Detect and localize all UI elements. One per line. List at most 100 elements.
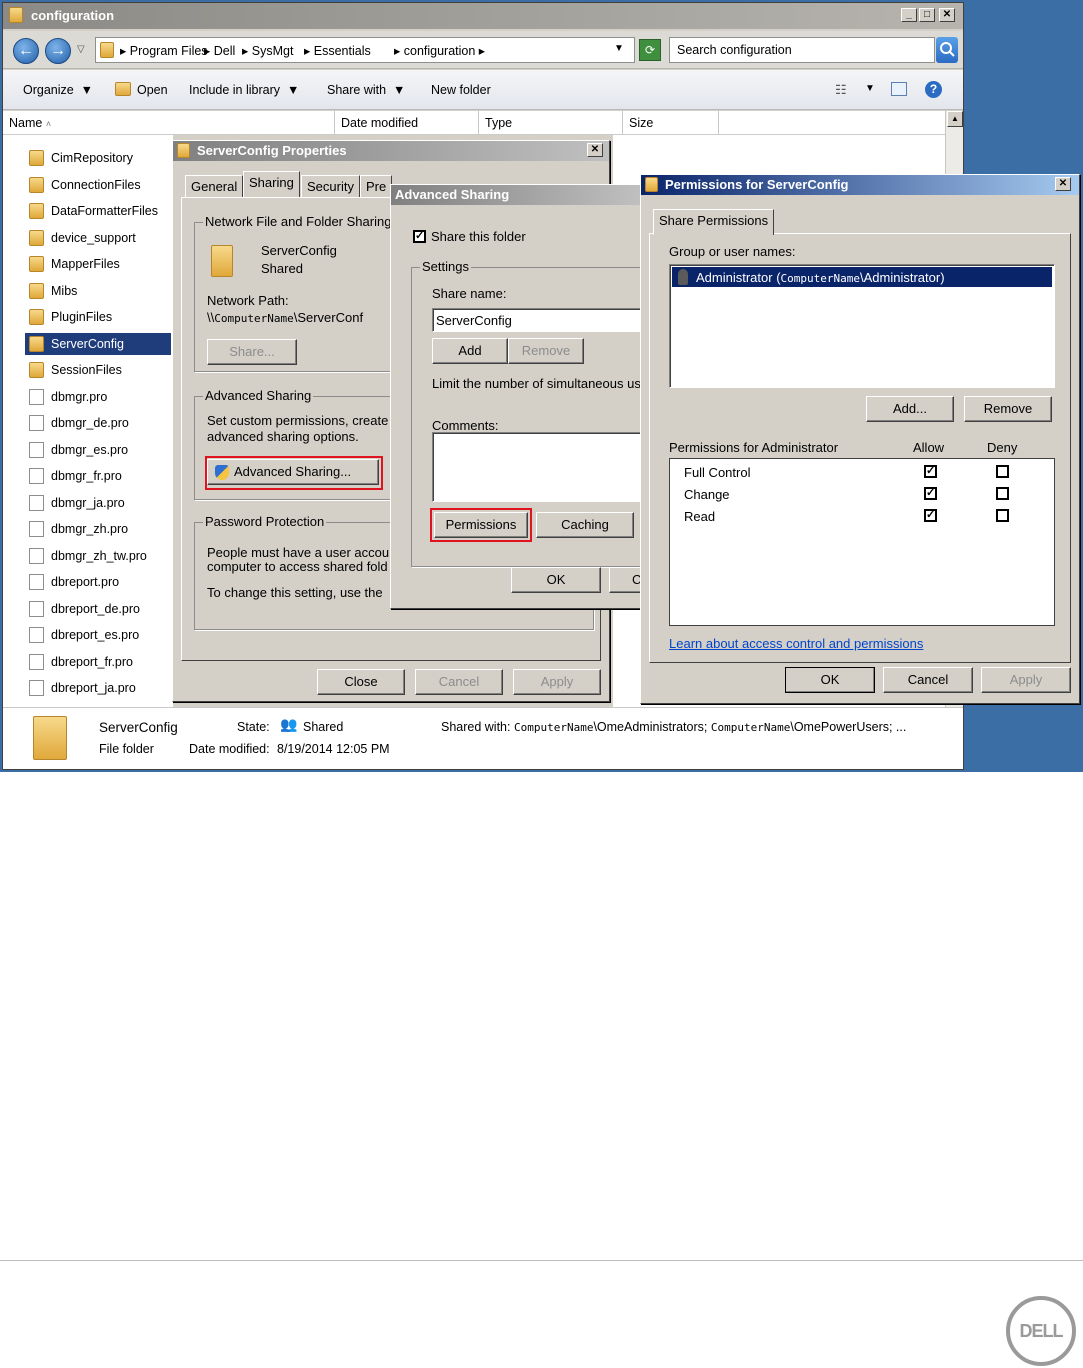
close-dialog-button[interactable]: Close <box>317 669 405 695</box>
organize-menu[interactable]: Organize ▼ <box>23 83 93 97</box>
search-input[interactable]: Search configuration <box>669 37 935 63</box>
tab-sharing[interactable]: Sharing <box>243 171 300 197</box>
folder-list-item[interactable]: device_support <box>25 227 171 249</box>
close-button[interactable]: ✕ <box>587 143 603 157</box>
apply-button[interactable]: Apply <box>513 669 601 695</box>
recent-pages-chevron-icon[interactable]: ▽ <box>77 44 85 55</box>
scroll-up-icon[interactable]: ▲ <box>947 111 963 127</box>
remove-user-button[interactable]: Remove <box>964 396 1052 422</box>
breadcrumb-item[interactable]: ▸ SysMgt <box>242 43 293 58</box>
file-list-item[interactable]: dbreport_fr.pro <box>25 651 171 673</box>
user-list[interactable]: Administrator (ComputerName\Administrato… <box>669 264 1055 388</box>
open-button[interactable]: Open <box>137 83 168 97</box>
file-list-item[interactable]: dbmgr_fr.pro <box>25 465 171 487</box>
column-header-type[interactable]: Type <box>479 111 623 135</box>
share-name-input[interactable]: ServerConfig <box>432 308 662 332</box>
share-this-folder-checkbox[interactable]: ✓ <box>413 230 426 243</box>
breadcrumb-item[interactable]: ▸ Dell <box>204 43 235 58</box>
folder-icon <box>29 362 44 378</box>
help-icon[interactable]: ? <box>925 81 942 98</box>
folder-list-item[interactable]: ServerConfig <box>25 332 171 355</box>
address-bar[interactable]: ▸ Program Files ▸ Dell ▸ SysMgt ▸ Essent… <box>95 37 635 63</box>
file-icon <box>29 415 44 431</box>
new-folder-button[interactable]: New folder <box>431 83 491 97</box>
settings-group-label: Settings <box>420 259 471 274</box>
share-button[interactable]: Share... <box>207 339 297 365</box>
ok-button[interactable]: OK <box>511 567 601 593</box>
folder-list-item[interactable]: MapperFiles <box>25 253 171 275</box>
file-icon <box>29 627 44 643</box>
minimize-button[interactable]: _ <box>901 8 917 22</box>
maximize-button[interactable]: □ <box>919 8 935 22</box>
item-label: ServerConfig <box>51 336 124 351</box>
folder-list-item[interactable]: SessionFiles <box>25 359 171 381</box>
column-header-name[interactable]: Name ˄ <box>3 111 335 135</box>
back-arrow-icon[interactable]: ← <box>13 38 39 64</box>
add-user-button[interactable]: Add... <box>866 396 954 422</box>
item-label: dbreport_fr.pro <box>51 654 133 669</box>
file-list-item[interactable]: dbreport_es.pro <box>25 624 171 646</box>
allow-checkbox[interactable]: ✓ <box>924 509 937 522</box>
folder-list-item[interactable]: Mibs <box>25 280 171 302</box>
ok-button[interactable]: OK <box>785 667 875 693</box>
close-button[interactable]: ✕ <box>939 8 955 22</box>
permissions-titlebar[interactable]: Permissions for ServerConfig ✕ <box>641 175 1079 195</box>
allow-checkbox[interactable]: ✓ <box>924 487 937 500</box>
allow-checkbox[interactable]: ✓ <box>924 465 937 478</box>
column-header-date[interactable]: Date modified <box>335 111 479 135</box>
caching-button[interactable]: Caching <box>536 512 634 538</box>
file-list-item[interactable]: dbmgr_es.pro <box>25 439 171 461</box>
explorer-titlebar[interactable]: configuration _ □ ✕ <box>3 3 963 29</box>
forward-arrow-icon[interactable]: → <box>45 38 71 64</box>
file-list-item[interactable]: dbreport_de.pro <box>25 598 171 620</box>
address-dropdown-icon[interactable]: ▼ <box>614 43 624 54</box>
column-header-size[interactable]: Size <box>623 111 719 135</box>
file-list-item[interactable]: dbmgr_de.pro <box>25 412 171 434</box>
close-button[interactable]: ✕ <box>1055 177 1071 191</box>
cancel-button[interactable]: Cancel <box>415 669 503 695</box>
file-list-item[interactable]: dbreport_ja.pro <box>25 677 171 699</box>
item-label: dbmgr_zh.pro <box>51 522 129 536</box>
share-with-menu[interactable]: Share with ▼ <box>327 83 405 97</box>
apply-button[interactable]: Apply <box>981 667 1071 693</box>
refresh-icon[interactable]: ⟳ <box>639 39 661 61</box>
file-list-item[interactable]: dbreport.pro <box>25 571 171 593</box>
deny-checkbox[interactable] <box>996 487 1009 500</box>
tab-share-permissions[interactable]: Share Permissions <box>653 209 775 235</box>
view-dropdown-icon[interactable]: ▼ <box>865 83 875 94</box>
tab-general[interactable]: General <box>185 175 244 197</box>
search-icon[interactable] <box>936 37 958 63</box>
folder-list-item[interactable]: CimRepository <box>25 147 171 169</box>
remove-share-button[interactable]: Remove <box>508 338 584 364</box>
password-protection-group-label: Password Protection <box>203 514 327 529</box>
folder-list-item[interactable]: DataFormatterFiles <box>25 200 171 222</box>
folder-list-item[interactable]: PluginFiles <box>25 306 171 328</box>
list-item[interactable]: Administrator (ComputerName\Administrato… <box>672 267 1052 287</box>
file-list-item[interactable]: dbmgr_zh_tw.pro <box>25 545 171 567</box>
deny-checkbox[interactable] <box>996 465 1009 478</box>
file-list-item[interactable]: dbmgr_zh.pro <box>25 518 171 540</box>
table-row: Read ✓ <box>670 507 1054 527</box>
item-label: ConnectionFiles <box>51 177 141 192</box>
preview-pane-icon[interactable] <box>891 82 907 96</box>
tab-previous-versions[interactable]: Pre <box>360 175 393 197</box>
file-list-item[interactable]: dbmgr.pro <box>25 386 171 408</box>
view-options-icon[interactable]: ☷ <box>835 82 847 98</box>
properties-titlebar[interactable]: ServerConfig Properties ✕ <box>173 141 609 161</box>
details-state-label: State: <box>237 720 270 734</box>
deny-checkbox[interactable] <box>996 509 1009 522</box>
add-share-button[interactable]: Add <box>432 338 508 364</box>
breadcrumb-item[interactable]: ▸ Essentials <box>304 43 371 58</box>
breadcrumb-item[interactable]: ▸ Program Files <box>120 43 208 58</box>
breadcrumb-item[interactable]: ▸ configuration ▸ <box>394 43 485 58</box>
file-icon <box>29 521 44 537</box>
folder-list-item[interactable]: ConnectionFiles <box>25 174 171 196</box>
folder-icon <box>29 309 44 325</box>
include-in-library-menu[interactable]: Include in library ▼ <box>189 83 299 97</box>
advanced-sharing-titlebar[interactable]: Advanced Sharing <box>391 185 641 205</box>
tab-security[interactable]: Security <box>301 175 360 197</box>
cancel-button[interactable]: Cancel <box>883 667 973 693</box>
learn-more-link[interactable]: Learn about access control and permissio… <box>669 636 923 651</box>
comments-textarea[interactable] <box>432 432 662 502</box>
file-list-item[interactable]: dbmgr_ja.pro <box>25 492 171 514</box>
